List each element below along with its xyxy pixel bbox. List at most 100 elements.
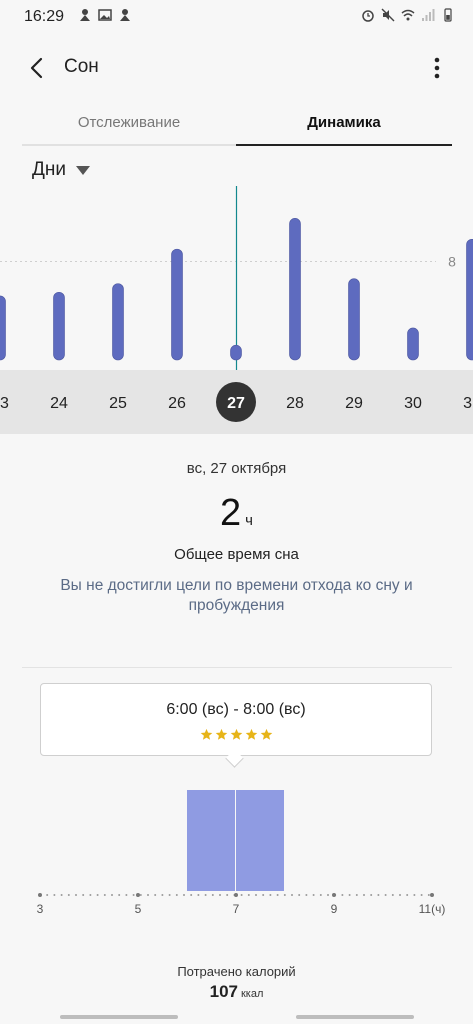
- hypnogram-tick-label: 5: [135, 902, 142, 916]
- axis-dot: [190, 894, 193, 896]
- sleep-bar[interactable]: [407, 327, 419, 361]
- axis-dot: [67, 894, 70, 896]
- more-vertical-icon: [434, 57, 440, 79]
- sleep-bar[interactable]: [0, 295, 6, 361]
- selected-date: вс, 27 октября: [186, 460, 287, 477]
- axis-dot: [291, 894, 293, 896]
- nav-pill-left[interactable]: [60, 1015, 178, 1019]
- star-icon: [260, 728, 272, 740]
- star-icon: [230, 728, 242, 740]
- axis-dot: [298, 894, 301, 896]
- axis-dot: [355, 894, 358, 896]
- reference-label: 8: [448, 253, 456, 269]
- day-tick-label[interactable]: 23: [0, 395, 9, 412]
- calories-value: 107 ккал: [0, 982, 473, 1002]
- day-tick-label[interactable]: 25: [109, 395, 127, 412]
- axis-dot: [305, 894, 308, 896]
- period-dropdown[interactable]: Дни: [32, 156, 90, 184]
- axis-dot: [262, 894, 265, 896]
- sleep-bar[interactable]: [53, 291, 65, 361]
- more-options-button[interactable]: [423, 52, 451, 84]
- status-icons-right: [361, 8, 455, 22]
- system-nav-bar: [0, 1012, 473, 1024]
- status-bar: 16:29: [0, 0, 473, 34]
- sleep-hypnogram: 3 5 7 9 11(ч): [0, 780, 473, 920]
- battery-icon: [444, 8, 452, 22]
- mute-icon: [381, 8, 395, 22]
- day-tick-label[interactable]: 24: [50, 395, 68, 412]
- status-time: 16:29: [24, 8, 65, 25]
- sleep-bar[interactable]: [230, 344, 242, 361]
- sleep-duration: 2ч: [0, 492, 473, 535]
- sleep-session-card[interactable]: 6:00 (вс) - 8:00 (вс): [40, 683, 432, 756]
- hypnogram-tick-label: 3: [37, 902, 44, 916]
- signal-icon: [422, 9, 435, 21]
- day-tick-label[interactable]: 26: [168, 395, 186, 412]
- axis-dot: [399, 894, 401, 896]
- axis-dot: [348, 894, 351, 896]
- status-icons-left: [78, 8, 132, 22]
- axis-dot: [60, 894, 63, 896]
- axis-dot: [111, 894, 113, 896]
- day-tick-label[interactable]: 29: [345, 395, 363, 412]
- day-tick-label[interactable]: 27: [227, 395, 245, 412]
- duration-value: 2: [220, 492, 242, 534]
- tab-bar: Отслеживание Динамика: [22, 100, 452, 146]
- axis-major-dot: [332, 893, 336, 897]
- star-icon: [215, 728, 227, 740]
- axis-dot: [247, 894, 250, 896]
- sleep-segment: [236, 790, 284, 891]
- axis-dot: [276, 894, 279, 896]
- axis-dot: [89, 894, 92, 896]
- axis-dot: [341, 894, 344, 896]
- sleep-chart: 8 23 24 25 26 27 28 29 30 31: [0, 186, 473, 436]
- notification-icon: [80, 9, 90, 21]
- app-bar: Сон: [0, 40, 473, 96]
- image-icon: [98, 9, 112, 21]
- sleep-bar[interactable]: [112, 283, 124, 361]
- axis-dot: [96, 894, 99, 896]
- sleep-chart-svg: 8 23 24 25 26 27 28 29 30 31: [0, 186, 473, 434]
- alarm-icon: [362, 10, 374, 22]
- day-tick-label[interactable]: 31: [463, 395, 473, 412]
- sleep-segment: [187, 790, 235, 891]
- nav-pill-right[interactable]: [296, 1015, 414, 1019]
- star-icon: [245, 728, 257, 740]
- total-sleep-label: Общее время сна: [174, 546, 299, 563]
- axis-dot: [384, 894, 387, 896]
- hypnogram-tick-label: 11(ч): [419, 902, 446, 916]
- axis-dot: [161, 894, 164, 896]
- axis-dot: [118, 894, 121, 896]
- day-tick-label[interactable]: 30: [404, 395, 422, 412]
- axis-major-dot: [136, 893, 140, 897]
- axis-dot: [154, 894, 157, 896]
- axis-dot: [319, 894, 322, 896]
- axis-dot: [406, 894, 409, 896]
- tab-trends[interactable]: Динамика: [236, 100, 452, 146]
- axis-dot: [147, 894, 149, 896]
- sleep-bar[interactable]: [348, 278, 360, 361]
- back-button[interactable]: [18, 52, 54, 84]
- tab-tracking[interactable]: Отслеживание: [22, 100, 236, 146]
- axis-dot: [255, 894, 257, 896]
- hypnogram-svg: 3 5 7 9 11(ч): [37, 790, 446, 916]
- axis-dot: [219, 894, 221, 896]
- wifi-icon: [401, 9, 415, 21]
- axis-dot: [183, 894, 185, 896]
- star-icon: [200, 728, 212, 740]
- sleep-bar[interactable]: [171, 248, 183, 361]
- sleep-bar[interactable]: [289, 218, 301, 361]
- sleep-bar[interactable]: [466, 238, 473, 361]
- goal-message: Вы не достигли цели по времени отхода ко…: [60, 577, 413, 614]
- axis-dot: [312, 894, 315, 896]
- axis-dot: [75, 894, 77, 896]
- axis-dot: [363, 894, 365, 896]
- axis-dot: [413, 894, 416, 896]
- calories-unit: ккал: [240, 988, 264, 1000]
- axis-dot: [125, 894, 128, 896]
- caret-down-icon: [75, 165, 90, 175]
- day-tick-label[interactable]: 28: [286, 395, 304, 412]
- axis-dot: [204, 894, 207, 896]
- duration-unit: ч: [245, 512, 253, 529]
- axis-dot: [377, 894, 380, 896]
